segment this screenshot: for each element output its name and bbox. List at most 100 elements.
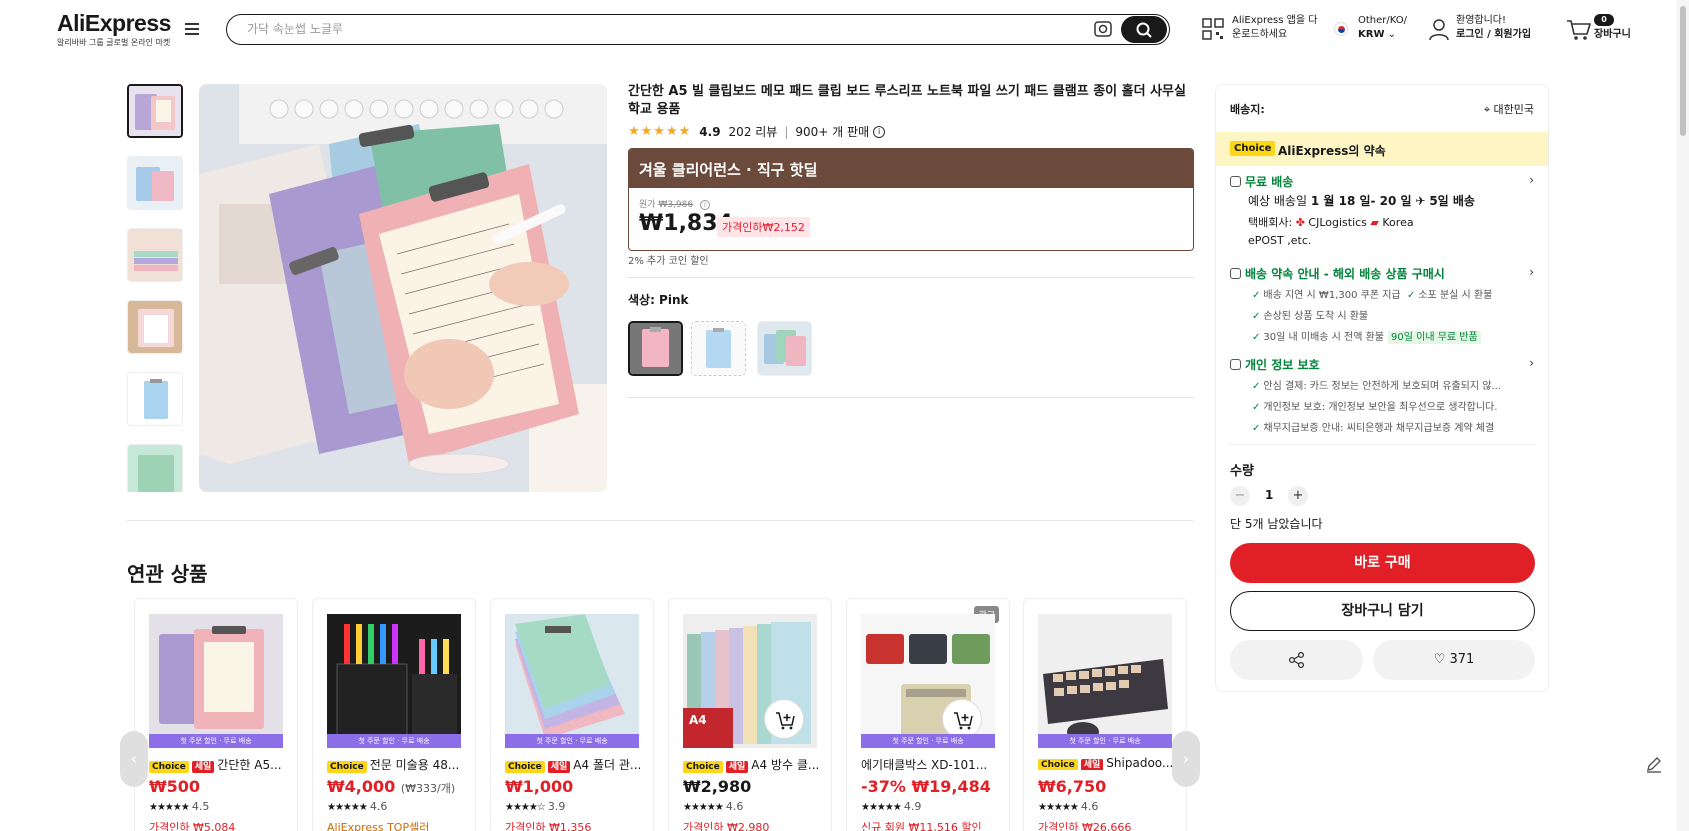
quantity-value[interactable]: 1 (1265, 488, 1273, 502)
color-swatch-pink[interactable] (628, 321, 683, 376)
product-image (1038, 614, 1172, 748)
rating-row: ★★★★★ 4.9 202 리뷰 | 900+ 개 판매 i (628, 123, 886, 140)
privacy-item: ✓ 채무지급보증 안내: 씨티은행과 채무지급보증 계약 체결 (1252, 423, 1495, 434)
cart-icon[interactable] (1566, 18, 1592, 42)
product-card[interactable]: A4 Choice 세일 A4 방수 클... ₩2,980 ★★★★★ 4.6 가격… (668, 598, 832, 831)
thumbnail-6[interactable] (127, 444, 183, 492)
login-signup-text: 로그인 / 회원가입 (1456, 29, 1532, 40)
guarantee-item: ✓ 30일 내 미배송 시 전액 환불 90일 이내 무료 반품 (1252, 328, 1481, 344)
add-to-cart-button[interactable]: 장바구니 담기 (1230, 591, 1535, 631)
app-line1: AliExpress 앱을 다 (1232, 15, 1318, 26)
product-title: 간단한 A5 빌 클립보드 메모 패드 클립 보드 루스리프 노트북 파일 쓰기… (628, 84, 1186, 117)
page-scrollbar[interactable] (1677, 0, 1689, 831)
user-icon[interactable] (1428, 17, 1450, 41)
thumbnail-3[interactable] (127, 228, 183, 282)
chevron-down-icon: ⌄ (1387, 29, 1397, 40)
buy-now-button[interactable]: 바로 구매 (1230, 543, 1535, 583)
wishlist-count: 371 (1449, 652, 1475, 667)
logo-subtitle: 알리바바 그룹 글로벌 온라인 마켓 (57, 38, 171, 47)
product-card[interactable]: 첫 주문 할인 · 무료 배송 Choice 세일 Shipadoo... ₩6,7… (1023, 598, 1187, 831)
region-currency-selector[interactable]: Other/KO/ KRW ⌄ (1358, 14, 1407, 42)
login-link[interactable]: 환영합니다! 로그인 / 회원가입 (1456, 14, 1531, 42)
color-swatch-set[interactable] (757, 321, 812, 376)
product-card[interactable]: 첫 주문 할인 · 무료 배송 Choice 전문 미술용 48... ₩4,00… (312, 598, 476, 831)
search-button[interactable] (1121, 16, 1167, 43)
chevron-right-icon[interactable]: › (1529, 356, 1534, 370)
sold-count: 900+ 개 판매 (795, 125, 870, 139)
wishlist-button[interactable]: ♡ 371 (1373, 640, 1535, 680)
search-icon (1136, 22, 1152, 38)
plane-icon: ✈ (1415, 194, 1426, 208)
privacy-title[interactable]: 개인 정보 보호 (1230, 356, 1320, 373)
product-rating: ★★★★★ 4.6 (683, 800, 744, 813)
ship-to-label: 배송지: (1230, 103, 1265, 116)
quantity-increase-button[interactable]: + (1288, 486, 1308, 506)
promo-ribbon: 첫 주문 할인 · 무료 배송 (861, 734, 995, 748)
product-name: Choice 세일 A4 방수 클... (683, 756, 823, 773)
logo-text: AliExpress (57, 10, 171, 36)
app-download-link[interactable]: AliExpress 앱을 다 운로드하세요 (1232, 14, 1317, 42)
free-shipping-title[interactable]: 무료 배송 (1230, 173, 1293, 190)
info-icon[interactable]: i (699, 200, 710, 210)
ship-to-value: 대한민국 (1493, 103, 1534, 116)
product-card[interactable]: 첫 주문 할인 · 무료 배송 Choice 세일 간단한 A5... ₩500 ★… (134, 598, 298, 831)
shield-check-icon (1230, 359, 1241, 370)
review-count-link[interactable]: 202 리뷰 (729, 123, 778, 140)
ship-to-selector[interactable]: ⌖ 대한민국 (1484, 101, 1534, 117)
quantity-label: 수량 (1230, 464, 1254, 479)
product-card[interactable]: 첫 주문 할인 · 무료 배송 Choice 세일 A4 폴더 관... ₩1,00… (490, 598, 654, 831)
product-price: ₩2,980 (683, 777, 752, 796)
product-price: -37% ₩19,484 (861, 777, 991, 796)
truck-icon (1230, 176, 1241, 187)
carousel-prev-button[interactable]: ‹ (120, 731, 148, 787)
product-promo: 가격인하 ₩2,980 (683, 821, 770, 831)
qr-code-icon[interactable] (1202, 17, 1224, 41)
delivery-guarantee-title[interactable]: 배송 약속 안내 - 해외 배송 상품 구매시 (1230, 265, 1445, 282)
divider: | (784, 124, 789, 139)
search-input[interactable] (247, 15, 1067, 43)
original-price-value: ₩3,986 (658, 200, 694, 210)
edit-icon[interactable] (1644, 754, 1664, 774)
thumbnail-4[interactable] (127, 300, 183, 354)
menu-icon[interactable] (185, 23, 199, 37)
discount-badge: 가격인하₩2,152 (717, 217, 810, 237)
thumbnail-2[interactable] (127, 156, 183, 210)
share-button[interactable] (1230, 640, 1363, 680)
promo-ribbon: 첫 주문 할인 · 무료 배송 (1038, 734, 1172, 748)
shield-icon (1230, 268, 1241, 279)
product-name: Choice 세일 간단한 A5... (149, 756, 289, 773)
cart-label[interactable]: 장바구니 (1594, 28, 1631, 42)
quantity-decrease-button[interactable]: − (1230, 486, 1250, 506)
product-promo: 신규 회원 ₩11,516 할인 (861, 821, 982, 831)
original-price-label: 원가 (639, 200, 656, 210)
guarantee-item: ✓ 배송 지연 시 ₩1,300 쿠폰 지급 ✓ 소포 분실 시 환불 (1252, 290, 1493, 301)
color-label: 색상: Pink (628, 293, 689, 307)
thumbnail-5[interactable] (127, 372, 183, 426)
korea-flag-icon (1334, 22, 1348, 36)
add-to-cart-icon[interactable] (942, 699, 982, 739)
product-name: 에기태클박스 XD-101... (861, 758, 988, 772)
privacy-item: ✓ 안심 결제: 카드 정보는 안전하게 보호되며 유출되지 않... (1252, 381, 1501, 392)
product-card[interactable]: 광고 첫 주문 할인 · 무료 배송 에기태클박스 XD-101... -37%… (846, 598, 1010, 831)
thumbnail-1[interactable] (127, 84, 183, 138)
product-rating: ★★★★★ 4.6 (327, 800, 388, 813)
aliexpress-logo[interactable]: AliExpress 알리바바 그룹 글로벌 온라인 마켓 (57, 11, 171, 48)
scrollbar-thumb[interactable] (1680, 6, 1686, 136)
carrier-info: 택배회사: ✤ CJLogistics ▰ Korea ePOST ,etc. (1248, 216, 1414, 247)
image-search-icon[interactable] (1093, 20, 1113, 38)
info-icon[interactable]: i (873, 125, 886, 138)
color-swatch-blue[interactable] (691, 321, 746, 376)
carousel-next-button[interactable]: › (1172, 731, 1200, 787)
product-promo: 가격인하 ₩5,084 (149, 821, 236, 831)
product-rating: ★★★★☆ 3.9 (505, 800, 566, 813)
thumbnail-list (127, 84, 185, 492)
welcome-text: 환영합니다! (1456, 15, 1507, 26)
chevron-right-icon[interactable]: › (1529, 173, 1534, 187)
product-promo: AliExpress TOP셀러 (327, 821, 430, 831)
chevron-right-icon[interactable]: › (1529, 265, 1534, 279)
add-to-cart-icon[interactable] (764, 699, 804, 739)
choice-promise-text: AliExpress의 약속 (1278, 144, 1386, 158)
main-product-image[interactable] (199, 84, 607, 492)
rating-stars: ★★★★★ (628, 124, 692, 139)
guarantee-item: ✓ 손상된 상품 도착 시 환불 (1252, 311, 1369, 322)
